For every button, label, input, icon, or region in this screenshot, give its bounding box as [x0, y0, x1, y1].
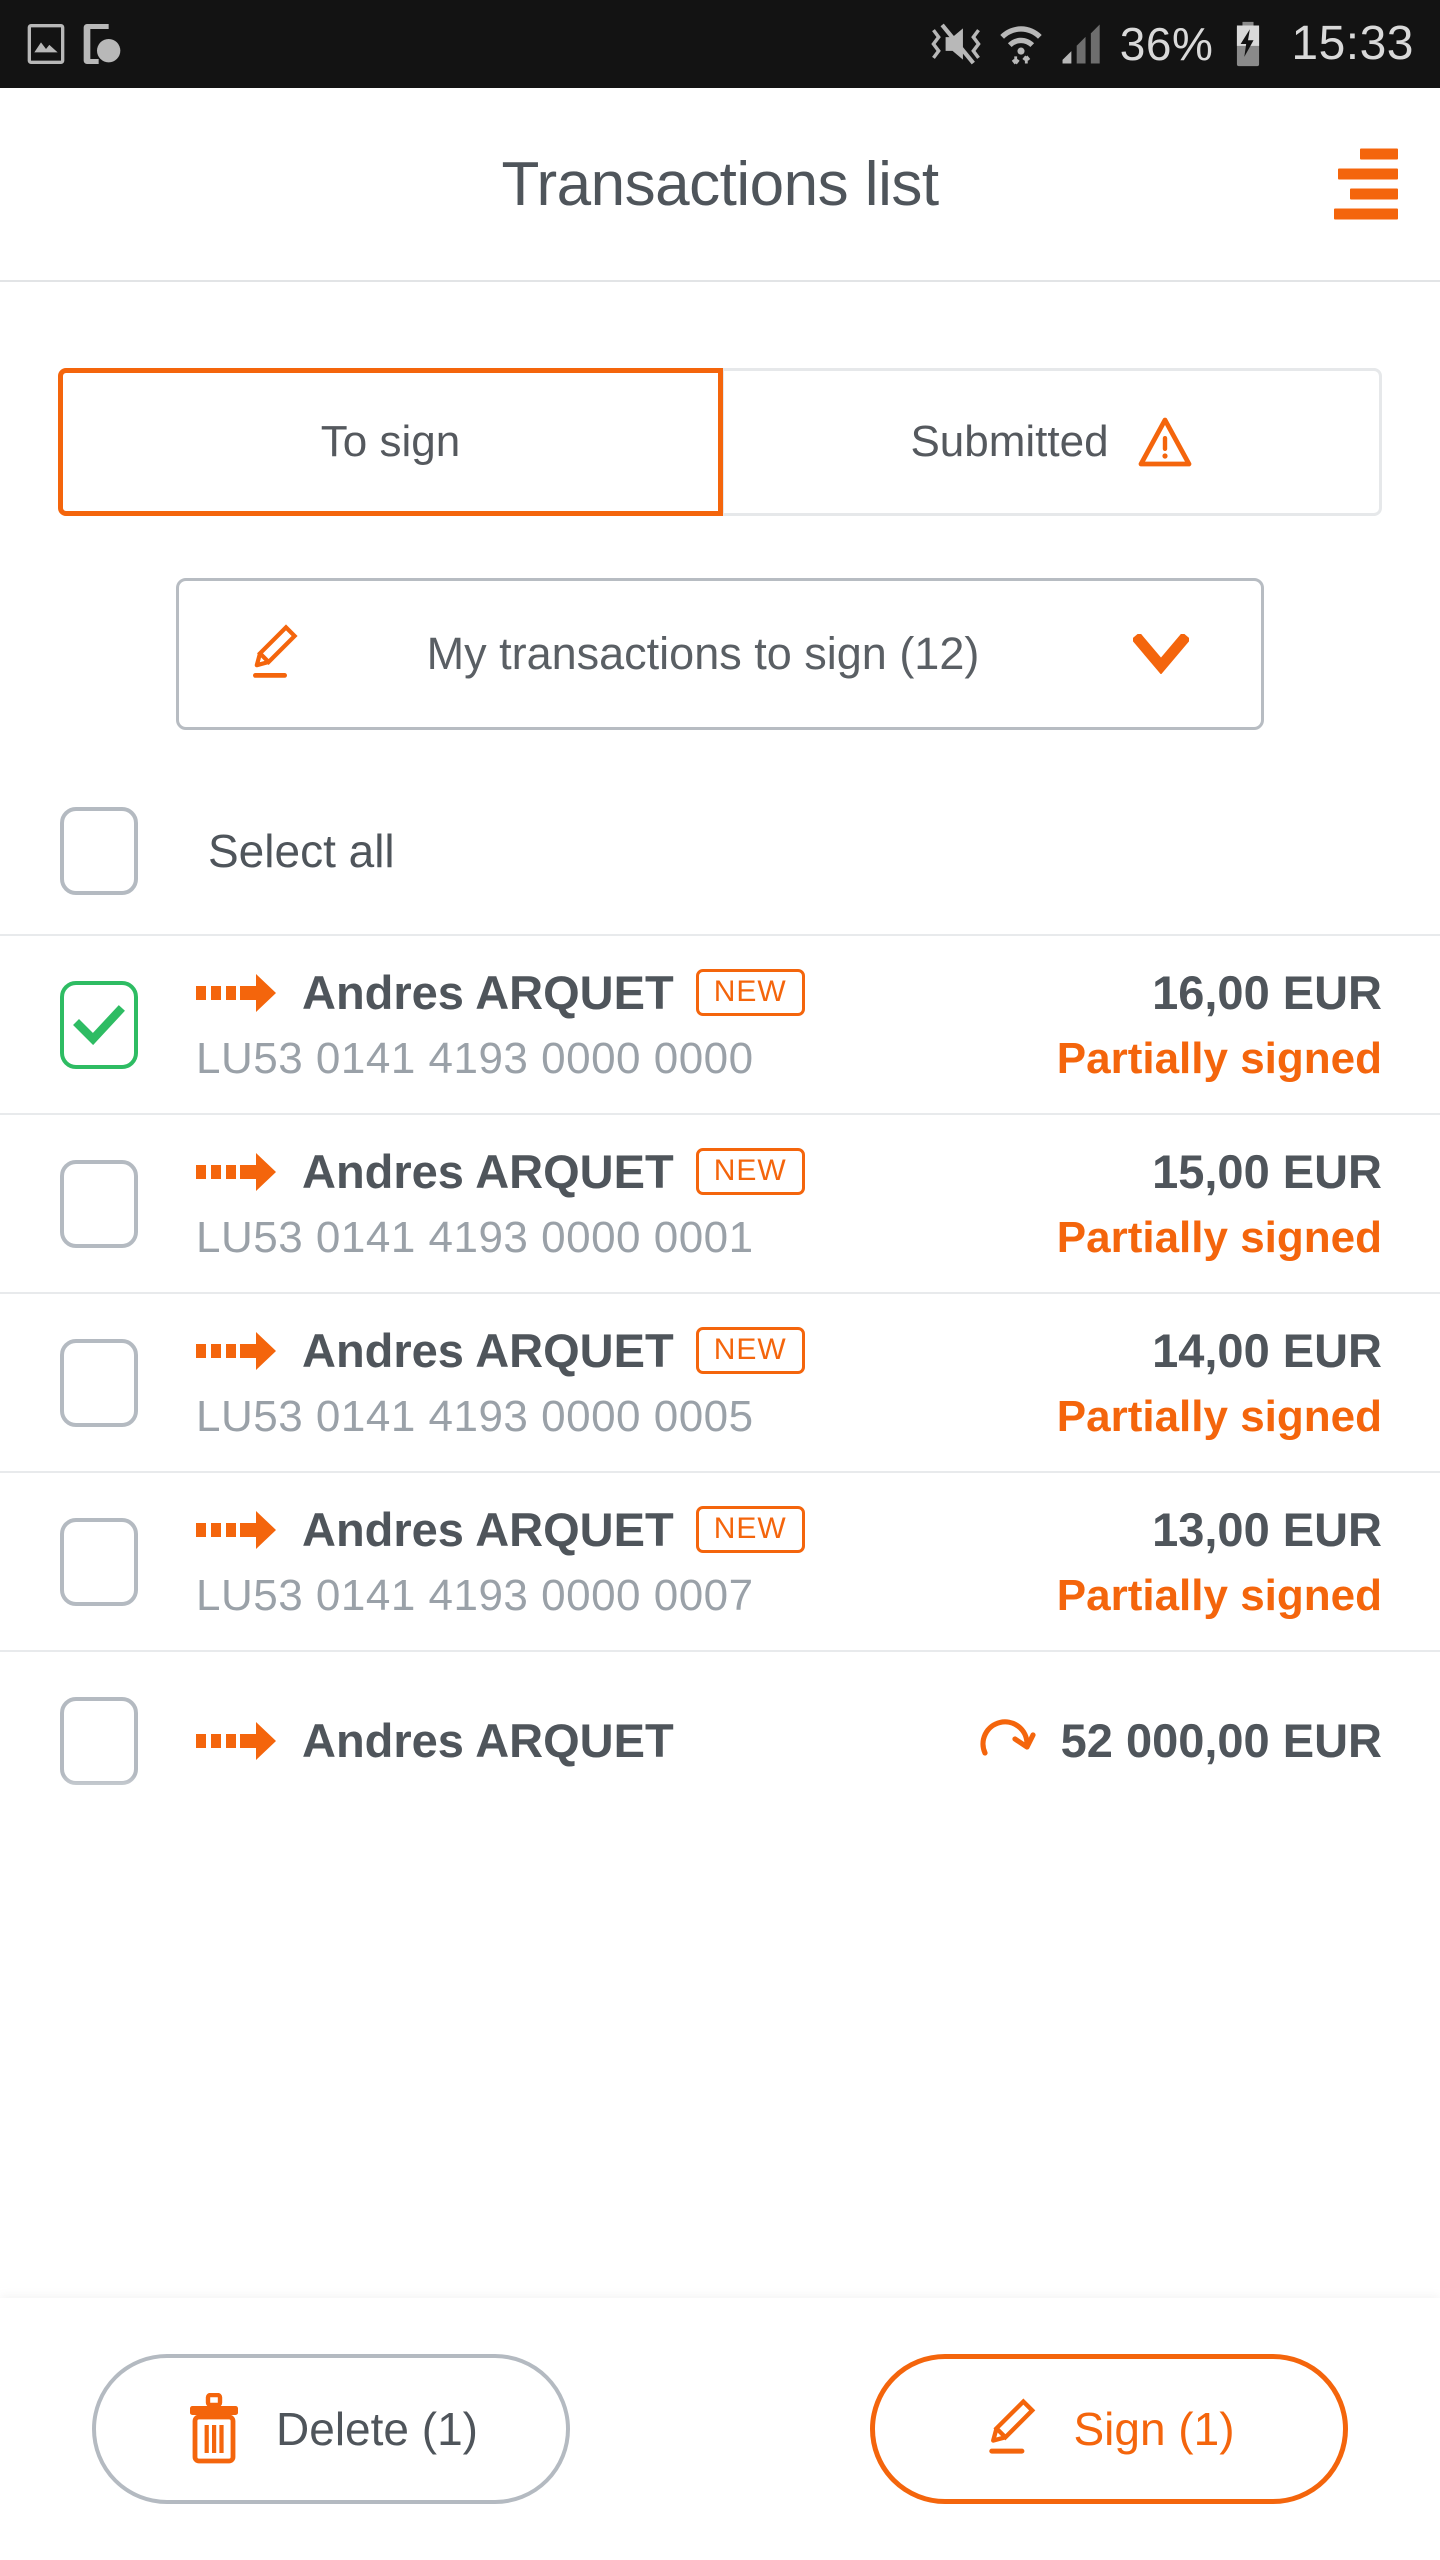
row-amount-block: 52 000,00 EUR [977, 1713, 1382, 1769]
row-amount-block: 14,00 EUR Partially signed [1057, 1323, 1382, 1442]
outgoing-arrow-icon [196, 1152, 276, 1191]
battery-percent-label: 36% [1119, 18, 1214, 70]
app-bar: Transactions list [0, 88, 1440, 282]
table-row[interactable]: Andres ARQUET 52 000,00 EUR [0, 1652, 1440, 1831]
tab-to-sign[interactable]: To sign [58, 368, 723, 516]
page-title: Transactions list [501, 149, 939, 219]
table-row[interactable]: Andres ARQUET NEW LU53 0141 4193 0000 00… [0, 1473, 1440, 1652]
row-amount: 15,00 EUR [1152, 1145, 1382, 1198]
signal-icon [1062, 24, 1100, 64]
row-amount-recurring: 52 000,00 EUR [977, 1713, 1382, 1769]
chevron-down-icon [1133, 634, 1189, 674]
sign-button-label: Sign (1) [1073, 2403, 1235, 2455]
row-amount: 13,00 EUR [1152, 1503, 1382, 1556]
tab-submitted[interactable]: Submitted [721, 368, 1382, 516]
outgoing-arrow-icon [196, 1510, 276, 1549]
tab-submitted-label: Submitted [910, 417, 1109, 466]
tab-bar: To sign Submitted [58, 368, 1382, 516]
outgoing-arrow-icon [196, 1331, 276, 1370]
vibrate-off-icon [931, 23, 981, 65]
row-header: Andres ARQUET NEW [196, 1323, 1057, 1378]
row-new-badge: NEW [695, 1327, 805, 1374]
row-header: Andres ARQUET NEW [196, 1502, 1057, 1557]
row-status: Partially signed [1056, 1571, 1382, 1620]
select-all-row[interactable]: Select all [0, 768, 1440, 936]
row-iban: LU53 0141 4193 0000 0005 [196, 1392, 754, 1441]
pen-sign-icon [989, 2398, 1036, 2454]
row-amount: 52 000,00 EUR [1060, 1714, 1382, 1767]
trash-icon [190, 2393, 239, 2464]
recurring-arrow-icon [980, 1718, 1036, 1756]
clock-label: 15:33 [1291, 17, 1414, 70]
row-payee: Andres ARQUET [302, 1503, 674, 1556]
select-all-checkbox[interactable] [60, 807, 138, 895]
outgoing-arrow-icon [196, 973, 276, 1012]
status-bar: 36% 15:33 [0, 0, 1440, 88]
row-header: Andres ARQUET NEW [196, 965, 1057, 1020]
row-status: Partially signed [1056, 1034, 1382, 1083]
outgoing-arrow-icon [196, 1721, 276, 1760]
tab-to-sign-label: To sign [320, 417, 461, 466]
row-main: Andres ARQUET NEW LU53 0141 4193 0000 00… [196, 1144, 1057, 1263]
row-iban: LU53 0141 4193 0000 0001 [196, 1213, 754, 1262]
table-row[interactable]: Andres ARQUET NEW LU53 0141 4193 0000 00… [0, 1294, 1440, 1473]
row-status: Partially signed [1056, 1392, 1382, 1441]
table-row[interactable]: Andres ARQUET NEW LU53 0141 4193 0000 00… [0, 1115, 1440, 1294]
row-amount: 14,00 EUR [1152, 1324, 1382, 1377]
row-main: Andres ARQUET NEW LU53 0141 4193 0000 00… [196, 965, 1057, 1084]
row-payee: Andres ARQUET [302, 1324, 674, 1377]
row-checkbox[interactable] [60, 1696, 138, 1785]
transaction-list: Andres ARQUET NEW LU53 0141 4193 0000 00… [0, 936, 1440, 1831]
row-new-badge: NEW [695, 1506, 805, 1553]
delete-button-label: Delete (1) [276, 2403, 478, 2455]
table-row[interactable]: Andres ARQUET NEW LU53 0141 4193 0000 00… [0, 936, 1440, 1115]
battery-charging-icon [1237, 21, 1260, 67]
row-header: Andres ARQUET NEW [196, 1144, 1057, 1199]
row-payee: Andres ARQUET [302, 966, 674, 1019]
row-payee: Andres ARQUET [302, 1714, 674, 1767]
screen-time-icon [83, 24, 121, 64]
select-all-label: Select all [208, 825, 395, 877]
delete-button[interactable]: Delete (1) [92, 2354, 570, 2504]
status-bar-left-icons [26, 22, 122, 66]
app-screen: 36% 15:33 Transactions list To sign Subm… [0, 0, 1440, 2560]
row-amount-block: 15,00 EUR Partially signed [1057, 1144, 1382, 1263]
image-icon [27, 24, 65, 64]
check-icon [73, 1004, 125, 1045]
row-amount-block: 13,00 EUR Partially signed [1057, 1502, 1382, 1621]
row-amount: 16,00 EUR [1152, 966, 1382, 1019]
row-payee: Andres ARQUET [302, 1145, 674, 1198]
row-new-badge: NEW [695, 1148, 805, 1195]
row-iban: LU53 0141 4193 0000 0007 [196, 1571, 754, 1620]
row-main: Andres ARQUET NEW LU53 0141 4193 0000 00… [196, 1323, 1057, 1442]
bottom-action-bar: Delete (1) Sign (1) [0, 2298, 1440, 2560]
row-checkbox[interactable] [60, 1517, 138, 1606]
hamburger-menu-icon[interactable] [1332, 148, 1398, 220]
row-status: Partially signed [1056, 1213, 1382, 1262]
filter-dropdown-wrap: My transactions to sign (12) [0, 578, 1440, 730]
filter-dropdown[interactable]: My transactions to sign (12) [176, 578, 1264, 730]
row-checkbox[interactable] [60, 1338, 138, 1427]
sign-button[interactable]: Sign (1) [870, 2354, 1348, 2504]
row-header: Andres ARQUET [196, 1713, 977, 1768]
row-checkbox[interactable] [60, 980, 138, 1069]
status-bar-right-icons: 36% 15:33 [930, 20, 1414, 68]
row-new-badge: NEW [695, 969, 805, 1016]
filter-dropdown-label: My transactions to sign (12) [426, 628, 980, 679]
row-iban: LU53 0141 4193 0000 0000 [196, 1034, 754, 1083]
row-main: Andres ARQUET NEW LU53 0141 4193 0000 00… [196, 1502, 1057, 1621]
row-amount-block: 16,00 EUR Partially signed [1057, 965, 1382, 1084]
row-checkbox[interactable] [60, 1159, 138, 1248]
wifi-icon [1000, 26, 1042, 65]
warning-triangle-icon [1138, 417, 1191, 467]
row-main: Andres ARQUET [196, 1713, 977, 1768]
